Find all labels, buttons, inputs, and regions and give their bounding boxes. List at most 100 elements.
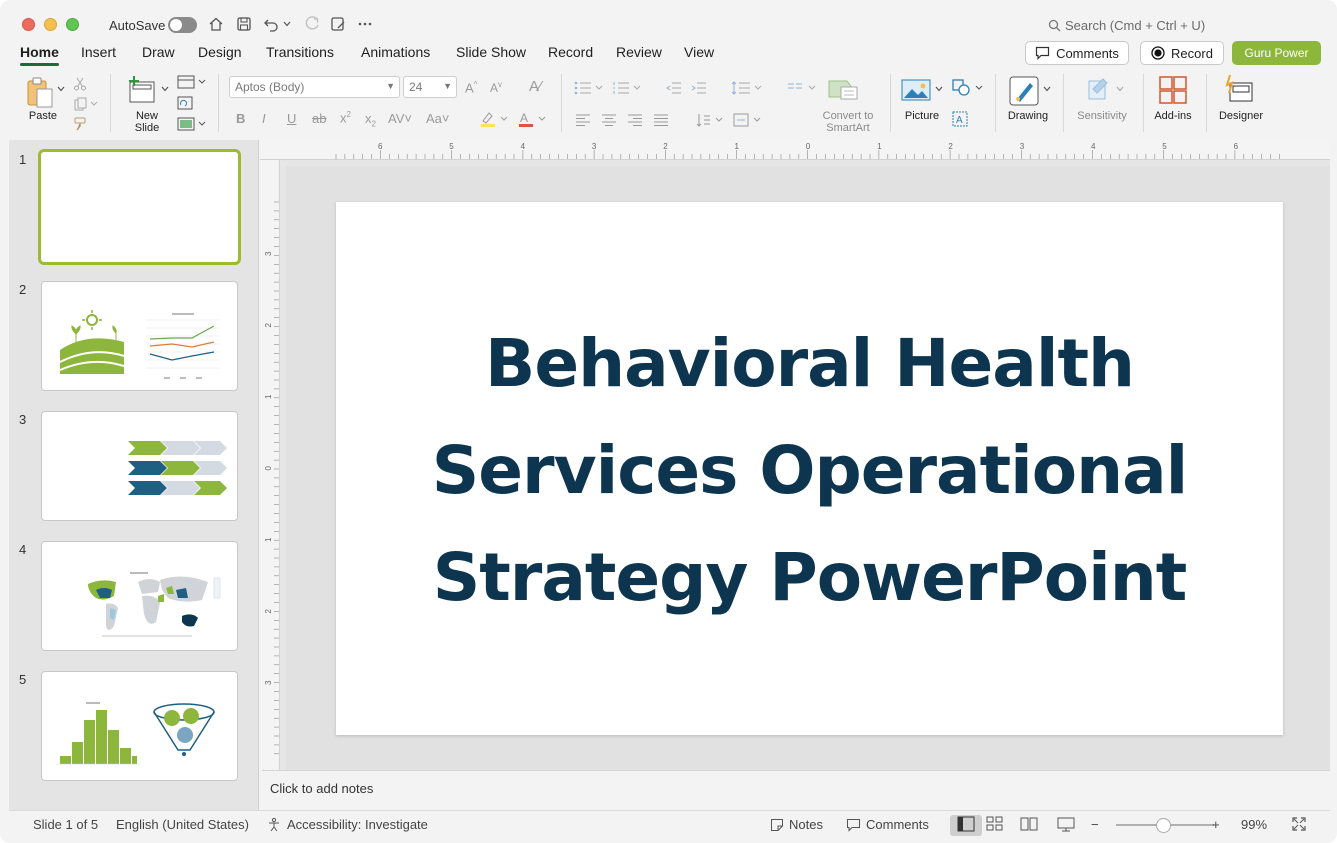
align-right-icon[interactable] bbox=[627, 112, 643, 128]
drawing-icon[interactable] bbox=[1007, 74, 1041, 108]
tab-review[interactable]: Review bbox=[616, 44, 662, 60]
save-icon[interactable] bbox=[234, 14, 254, 34]
font-size-select[interactable]: 24 ▼ bbox=[403, 76, 457, 98]
close-window-button[interactable] bbox=[22, 18, 35, 31]
line-spacing-icon[interactable] bbox=[730, 80, 764, 96]
zoom-percentage[interactable]: 99% bbox=[1241, 817, 1267, 832]
tab-home[interactable]: Home bbox=[20, 44, 59, 66]
copy-icon[interactable] bbox=[72, 96, 100, 112]
comments-button[interactable]: Comments bbox=[1025, 41, 1129, 65]
zoom-out-button[interactable]: − bbox=[1091, 817, 1099, 832]
decrease-font-size-icon[interactable]: Av bbox=[490, 80, 502, 95]
slide-thumbnail-4[interactable] bbox=[41, 541, 238, 651]
slide-sorter-icon[interactable] bbox=[986, 816, 1004, 832]
font-color-icon[interactable]: A bbox=[516, 110, 548, 128]
superscript-icon[interactable]: x2 bbox=[340, 110, 351, 125]
new-slide-chevron-icon[interactable] bbox=[160, 84, 170, 94]
tab-view[interactable]: View bbox=[684, 44, 714, 60]
language-status[interactable]: English (United States) bbox=[116, 817, 249, 832]
paste-chevron-icon[interactable] bbox=[56, 84, 66, 94]
picture-icon[interactable] bbox=[900, 76, 932, 104]
current-slide[interactable]: Behavioral Health Services Operational S… bbox=[336, 202, 1283, 735]
svg-text:A: A bbox=[520, 111, 528, 125]
thumbnail-number: 3 bbox=[19, 412, 27, 427]
customize-qat-icon[interactable] bbox=[328, 14, 348, 34]
tab-insert[interactable]: Insert bbox=[81, 44, 116, 60]
increase-font-size-icon[interactable]: A^ bbox=[465, 80, 477, 95]
record-button[interactable]: Record bbox=[1140, 41, 1224, 65]
columns-icon[interactable] bbox=[786, 80, 818, 96]
search-box[interactable]: Search (Cmd + Ctrl + U) bbox=[1048, 18, 1205, 33]
more-options-icon[interactable] bbox=[355, 14, 375, 34]
autosave-toggle[interactable] bbox=[168, 17, 197, 33]
slide-title[interactable]: Behavioral Health Services Operational S… bbox=[376, 310, 1243, 631]
maximize-window-button[interactable] bbox=[66, 18, 79, 31]
bullets-icon[interactable] bbox=[573, 80, 605, 96]
font-name-select[interactable]: Aptos (Body) ▼ bbox=[229, 76, 400, 98]
sensitivity-icon[interactable] bbox=[1084, 74, 1114, 104]
redo-icon[interactable] bbox=[302, 14, 322, 34]
tab-design[interactable]: Design bbox=[198, 44, 242, 60]
undo-icon[interactable] bbox=[261, 14, 281, 34]
zoom-slider-thumb[interactable] bbox=[1156, 818, 1171, 833]
slide-thumbnail-2[interactable] bbox=[41, 281, 238, 391]
chevron-down-icon: ▼ bbox=[386, 81, 395, 91]
underline-icon[interactable]: U bbox=[287, 111, 296, 126]
slide-thumbnail-1[interactable] bbox=[38, 149, 241, 265]
align-center-icon[interactable] bbox=[601, 112, 617, 128]
bold-icon[interactable]: B bbox=[236, 111, 245, 126]
add-ins-icon[interactable] bbox=[1157, 74, 1189, 106]
clear-formatting-icon[interactable]: A⁄ bbox=[529, 78, 542, 95]
strikethrough-icon[interactable]: ab bbox=[312, 111, 326, 126]
tab-animations[interactable]: Animations bbox=[361, 44, 430, 60]
layout-icon[interactable] bbox=[176, 74, 208, 90]
tab-transitions[interactable]: Transitions bbox=[266, 44, 334, 60]
notes-toggle[interactable]: Notes bbox=[770, 817, 823, 832]
minimize-window-button[interactable] bbox=[44, 18, 57, 31]
tab-record[interactable]: Record bbox=[548, 44, 593, 60]
numbering-icon[interactable] bbox=[611, 80, 643, 96]
subscript-icon[interactable]: x2 bbox=[365, 111, 376, 129]
shapes-icon[interactable] bbox=[951, 78, 985, 98]
format-painter-icon[interactable] bbox=[72, 116, 90, 132]
guru-power-button[interactable]: Guru Power bbox=[1232, 41, 1321, 65]
fit-to-window-icon[interactable] bbox=[1291, 816, 1307, 832]
drawing-chevron-icon[interactable] bbox=[1042, 84, 1052, 94]
ruler-tick-label: 3 bbox=[592, 142, 597, 151]
designer-icon[interactable] bbox=[1223, 72, 1257, 106]
sensitivity-chevron-icon[interactable] bbox=[1115, 84, 1125, 94]
change-case-icon[interactable]: Aa˅ bbox=[426, 111, 450, 126]
normal-view-icon[interactable] bbox=[957, 816, 975, 832]
highlight-color-icon[interactable] bbox=[478, 110, 510, 128]
reading-view-icon[interactable] bbox=[1020, 816, 1038, 832]
paste-icon[interactable] bbox=[24, 76, 56, 110]
notes-pane[interactable]: Click to add notes bbox=[262, 770, 1330, 810]
text-direction-icon[interactable] bbox=[694, 112, 726, 128]
home-icon[interactable] bbox=[206, 14, 226, 34]
align-left-icon[interactable] bbox=[575, 112, 591, 128]
slide-thumbnail-5[interactable] bbox=[41, 671, 238, 781]
decrease-indent-icon[interactable] bbox=[665, 80, 683, 96]
text-box-icon[interactable]: A bbox=[951, 110, 969, 128]
zoom-in-button[interactable]: + bbox=[1212, 817, 1220, 832]
tab-slide-show[interactable]: Slide Show bbox=[456, 44, 526, 60]
slide-show-icon[interactable] bbox=[1057, 816, 1075, 832]
picture-chevron-icon[interactable] bbox=[934, 84, 944, 94]
increase-indent-icon[interactable] bbox=[690, 80, 708, 96]
smartart-icon[interactable] bbox=[826, 76, 860, 104]
undo-dropdown-chevron-icon[interactable] bbox=[281, 14, 293, 34]
italic-icon[interactable]: I bbox=[262, 111, 266, 126]
align-text-icon[interactable] bbox=[732, 112, 764, 128]
justify-icon[interactable] bbox=[653, 112, 669, 128]
slide-thumbnail-3[interactable] bbox=[41, 411, 238, 521]
new-slide-icon[interactable] bbox=[126, 75, 158, 105]
comments-toggle[interactable]: Comments bbox=[846, 817, 929, 832]
character-spacing-icon[interactable]: AV˅ bbox=[388, 111, 412, 126]
accessibility-status[interactable]: Accessibility: Investigate bbox=[267, 817, 428, 832]
reset-slide-icon[interactable] bbox=[176, 95, 194, 111]
comments-toggle-label: Comments bbox=[866, 817, 929, 832]
section-icon[interactable] bbox=[176, 116, 208, 132]
tab-draw[interactable]: Draw bbox=[142, 44, 175, 60]
ruler-tick-label: 1 bbox=[264, 394, 273, 399]
cut-icon[interactable] bbox=[72, 76, 88, 92]
